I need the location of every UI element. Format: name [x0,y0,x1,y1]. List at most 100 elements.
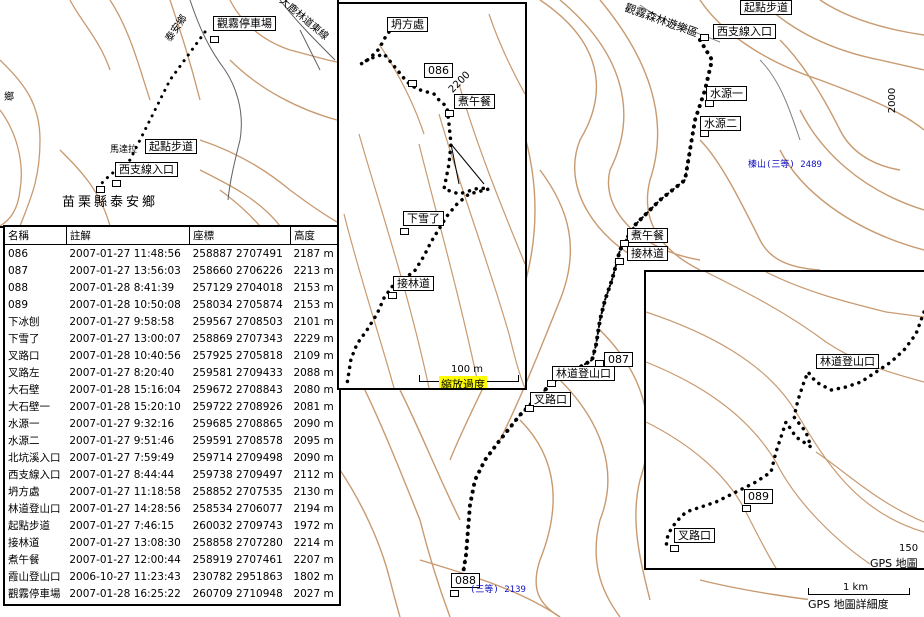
table-row[interactable]: 起點步道 2007-01-27 7:46:15 260032 2709743 1972… [5,517,339,534]
waypoint-flag-icon[interactable] [700,34,709,41]
waypoint-flag-icon[interactable] [595,360,604,367]
waypoint-flag-icon[interactable] [670,545,679,552]
waypoint-label-jie-lin-dao[interactable]: 接林道 [627,246,668,261]
table-cell: 1972 m [293,519,334,532]
table-cell: 2130 m [293,485,334,498]
waypoint-flag-icon[interactable] [408,80,417,87]
table-header-row: 名稱 註解 座標 高度 [5,227,339,245]
table-row[interactable]: 水源二 2007-01-27 9:51:46 259591 2708578 2095 … [5,432,339,449]
table-row[interactable]: 大石壁一 2007-01-28 15:20:10 259722 2708926 208… [5,398,339,415]
table-cell: 2207 m [293,553,334,566]
waypoint-label-start-trail[interactable]: 起點步道 [740,0,792,15]
table-cell: 2194 m [293,502,334,515]
waypoint-label-089[interactable]: 089 [744,489,773,504]
waypoint-flag-icon[interactable] [388,292,397,299]
table-cell: 2095 m [293,434,334,447]
waypoint-flag-icon[interactable] [445,110,454,117]
table-cell: 2007-01-27 9:58:58 [69,315,175,328]
table-row[interactable]: 煮午餐 2007-01-27 12:00:44 258919 2707461 2207… [5,551,339,568]
waypoint-label-kan-fang-chu[interactable]: 坍方處 [387,17,428,32]
waypoint-flag-icon[interactable] [525,405,534,412]
table-header-cell[interactable]: 註解 [65,227,190,245]
zoom-1-track-segment-2 [450,143,485,185]
zoom-panel-detail-1[interactable]: 坍方處 086 煮午餐 下雪了 接林道 2200 100 m 縮放過度 [337,2,527,390]
waypoint-label-guanwu-parking[interactable]: 觀霧停車場 [213,16,276,31]
waypoint-label-087[interactable]: 087 [604,352,633,367]
table-row[interactable]: 088 2007-01-28 8:41:39 257129 2704018 2153 … [5,279,339,296]
table-cell: 2007-01-27 13:00:07 [69,332,181,345]
zoom-2-graphic [646,272,924,568]
table-header-cell[interactable]: 座標 [189,227,291,245]
table-row[interactable]: 089 2007-01-28 10:50:08 258034 2705874 2153… [5,296,339,313]
table-cell: 2007-01-27 11:18:58 [69,485,181,498]
waypoint-label-xia-xue-le[interactable]: 下雪了 [403,211,444,226]
table-row[interactable]: 西支線入口 2007-01-27 8:44:44 259738 2709497 211… [5,466,339,483]
waypoint-flag-icon[interactable] [210,36,219,43]
table-row[interactable]: 叉路左 2007-01-27 8:20:40 259581 2709433 2088 … [5,364,339,381]
waypoint-table[interactable]: 名稱 註解 座標 高度 086 2007-01-27 11:48:56 258887 27… [5,227,339,602]
waypoint-flag-icon[interactable] [112,180,121,187]
peak-label: 榛山(三等) 2489 [748,160,822,170]
waypoint-label-west-branch[interactable]: 西支線入口 [713,24,776,39]
waypoint-flag-icon[interactable] [615,258,624,265]
table-row[interactable]: 接林道 2007-01-27 13:08:30 258858 2707280 2214… [5,534,339,551]
table-cell: 1802 m [293,570,334,583]
waypoint-label-water-source-1[interactable]: 水源一 [706,86,747,101]
waypoint-table-panel[interactable]: 名稱 註解 座標 高度 086 2007-01-27 11:48:56 258887 27… [3,225,341,606]
table-cell: 2088 m [293,366,334,379]
table-cell: 258887 2707491 [192,247,283,260]
table-cell: 259714 2709498 [192,451,283,464]
table-cell: 叉路左 [8,367,40,379]
waypoint-label-forest-road-trailhead-zoom[interactable]: 林道登山口 [816,354,879,369]
table-cell: 2007-01-28 10:40:56 [69,349,181,362]
waypoint-flag-icon[interactable] [400,228,409,235]
zoom-panel-detail-2[interactable]: 林道登山口 089 叉路口 150 GPS 地圖 [644,270,924,570]
table-cell: 2007-01-27 13:08:30 [69,536,181,549]
waypoint-flag-icon[interactable] [547,380,556,387]
waypoint-label-forest-road-trailhead[interactable]: 林道登山口 [552,366,615,381]
waypoint-label-fork-road-zoom[interactable]: 叉路口 [674,528,715,543]
waypoint-label-fork-road[interactable]: 叉路口 [530,392,571,407]
table-row[interactable]: 087 2007-01-27 13:56:03 258660 2706226 2213… [5,262,339,279]
waypoint-label-086[interactable]: 086 [424,63,453,78]
waypoint-label-zhu-wu-can[interactable]: 煮午餐 [627,228,668,243]
waypoint-label-zhu-wu-can-zoom[interactable]: 煮午餐 [454,94,495,109]
table-cell: 2007-01-27 8:44:44 [69,468,175,481]
table-row[interactable]: 下雪了 2007-01-27 13:00:07 258869 2707343 2229… [5,330,339,347]
waypoint-flag-icon[interactable] [742,505,751,512]
waypoint-flag-icon[interactable] [705,100,714,107]
waypoint-flag-icon[interactable] [96,186,105,193]
waypoint-flag-icon[interactable] [450,590,459,597]
waypoint-label-start-trail-overview[interactable]: 起點步道 [145,139,197,154]
waypoint-flag-icon[interactable] [620,240,629,247]
table-row[interactable]: 林道登山口 2007-01-27 14:28:56 258534 2706077 21… [5,500,339,517]
table-row[interactable]: 水源一 2007-01-27 9:32:16 259685 2708865 2090 … [5,415,339,432]
table-cell: 接林道 [8,537,40,549]
table-row[interactable]: 北坑溪入口 2007-01-27 7:59:49 259714 2709498 209… [5,449,339,466]
table-cell: 2007-01-28 16:25:22 [69,587,181,600]
table-header-cell[interactable]: 高度 [289,227,339,245]
table-row[interactable]: 觀霧停車場 2007-01-28 16:25:22 260709 2710948 20… [5,585,339,602]
table-cell: 2153 m [293,298,334,311]
waypoint-flag-icon[interactable] [700,130,709,137]
table-row[interactable]: 086 2007-01-27 11:48:56 258887 2707491 2187… [5,245,339,263]
table-row[interactable]: 下冰刨 2007-01-27 9:58:58 259567 2708503 2101 … [5,313,339,330]
overview-map-panel[interactable]: 觀霧停車場 起點步道 西支線入口 苗栗縣泰安鄉 大鹿林道東線 泰安鄉 馬達拉 鄉 [0,0,339,228]
table-row[interactable]: 霞山登山口 2006-10-27 11:23:43 230782 2951863 18… [5,568,339,585]
waypoint-label-water-source-2[interactable]: 水源二 [700,116,741,131]
scale-bar-1km [808,588,910,595]
waypoint-label-jie-lin-dao-zoom[interactable]: 接林道 [393,276,434,291]
table-row[interactable]: 大石壁 2007-01-28 15:16:04 259672 2708843 2080… [5,381,339,398]
table-cell: 259722 2708926 [192,400,283,413]
table-row[interactable]: 坍方處 2007-01-27 11:18:58 258852 2707535 2130… [5,483,339,500]
gps-map-viewer[interactable]: 觀霧森林遊樂區 起點步道 西支線入口 水源一 水源二 煮午餐 接林道 087 林… [0,0,924,617]
table-row[interactable]: 叉路口 2007-01-28 10:40:56 257925 2705818 2109… [5,347,339,364]
table-cell: 088 [8,281,29,294]
table-cell: 林道登山口 [8,503,61,515]
table-cell: 089 [8,298,29,311]
table-cell: 2090 m [293,417,334,430]
table-cell: 2081 m [293,400,334,413]
table-cell: 2229 m [293,332,334,345]
waypoint-label-west-branch-overview[interactable]: 西支線入口 [115,162,178,177]
table-header-cell[interactable]: 名稱 [5,227,67,245]
